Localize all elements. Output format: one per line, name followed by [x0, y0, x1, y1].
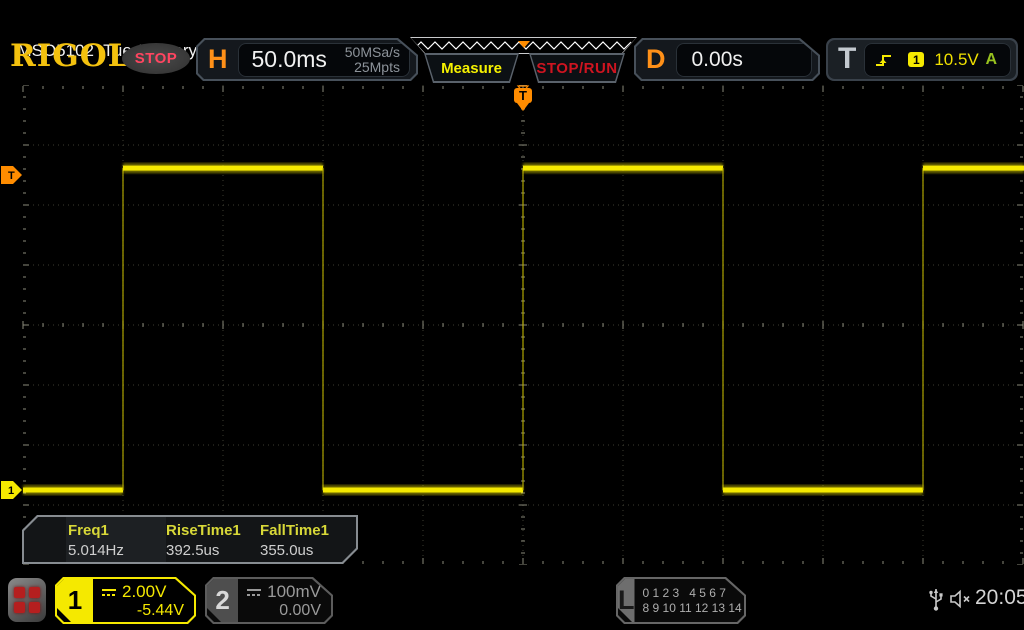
trigger-level-value: 10.5V [934, 49, 979, 69]
delay-value: 0.00s [691, 47, 743, 71]
ch1-waveform-band [123, 165, 323, 171]
dc-coupling-icon [246, 587, 262, 597]
header-bar: RIGOL STOP H 50.0ms 50MSa/s 25Mpts Measu… [0, 34, 1024, 85]
delay-panel[interactable]: D 0.00s [634, 38, 820, 81]
horizontal-key-label: H [208, 44, 228, 74]
waveform-position-zigzag [411, 38, 636, 53]
horizontal-panel[interactable]: H 50.0ms 50MSa/s 25Mpts [196, 38, 418, 81]
trigger-position-marker-label: T [519, 88, 527, 103]
measurement-falltime[interactable]: FallTime1 355.0us [260, 517, 350, 562]
menu-dot [14, 602, 25, 613]
graticule-and-waveform: T 1 T [1, 84, 1024, 566]
ch1-waveform-band [323, 487, 523, 493]
waveform-display-area[interactable]: T 1 T [0, 84, 1024, 566]
delay-key-label: D [646, 44, 666, 74]
menu-dot [29, 602, 40, 613]
trigger-panel[interactable]: T 1 10.5V A [826, 38, 1018, 81]
timebase-value: 50.0ms [251, 46, 327, 72]
channel-1-position-marker-label: 1 [8, 485, 14, 497]
logic-key-label: L [618, 579, 635, 622]
channel-2-number: 2 [207, 579, 238, 622]
ch1-waveform-band [723, 487, 923, 493]
stop-run-button[interactable]: STOP/RUN [529, 53, 625, 83]
ch1-waveform-band [23, 487, 123, 493]
measurement-results-panel[interactable]: Freq1 5.014Hz RiseTime1 392.5us FallTime… [22, 515, 358, 564]
logic-channels-badge[interactable]: L 0 1 2 3 4 5 6 7 8 9 10 11 12 13 14 15 [616, 577, 746, 624]
channel-1-number: 1 [57, 579, 93, 622]
channel-2-scale: 100mV [267, 582, 321, 601]
logic-row-8-15: 8 9 10 11 12 13 14 15 [642, 600, 742, 615]
status-bar: MSO5102 Tue January 27 20:05:39 2026 [0, 0, 1024, 60]
acquisition-state-badge: STOP [122, 43, 190, 74]
bottom-bar: 1 2.00V -5.44V 2 100mV 0.00V L 0 1 2 3 4… [0, 572, 1024, 630]
menu-dot [14, 587, 25, 598]
channel-1-offset: -5.44V [136, 602, 184, 619]
logic-row-0-7: 0 1 2 3 4 5 6 7 [642, 585, 726, 600]
clock-time: 20:05 [975, 586, 1024, 609]
ch1-waveform-band [523, 165, 723, 171]
channel-1-scale: 2.00V [122, 582, 167, 601]
horizontal-position-indicator[interactable] [410, 37, 637, 54]
channel-2-badge[interactable]: 2 100mV 0.00V [205, 577, 333, 624]
channel-2-offset: 0.00V [279, 602, 321, 619]
trigger-level-marker-label: T [8, 170, 15, 182]
menu-grid-button[interactable] [8, 578, 46, 622]
trigger-source-badge: 1 [908, 52, 925, 67]
measurement-freq[interactable]: Freq1 5.014Hz [66, 517, 166, 562]
usb-icon [928, 585, 944, 618]
measure-button[interactable]: Measure [424, 53, 519, 83]
measurement-risetime[interactable]: RiseTime1 392.5us [166, 517, 260, 562]
rigol-logo: RIGOL [10, 38, 131, 74]
trigger-slope-icon [876, 55, 892, 66]
channel-1-badge[interactable]: 1 2.00V -5.44V [55, 577, 196, 624]
sound-muted-icon [948, 587, 974, 616]
dc-coupling-icon [101, 587, 117, 597]
ch1-waveform-band [923, 165, 1024, 171]
menu-dot [29, 587, 40, 598]
trigger-key-label: T [838, 41, 857, 75]
sample-rate-and-depth: 50MSa/s 25Mpts [344, 43, 400, 75]
trigger-mode-auto: A [985, 50, 997, 68]
